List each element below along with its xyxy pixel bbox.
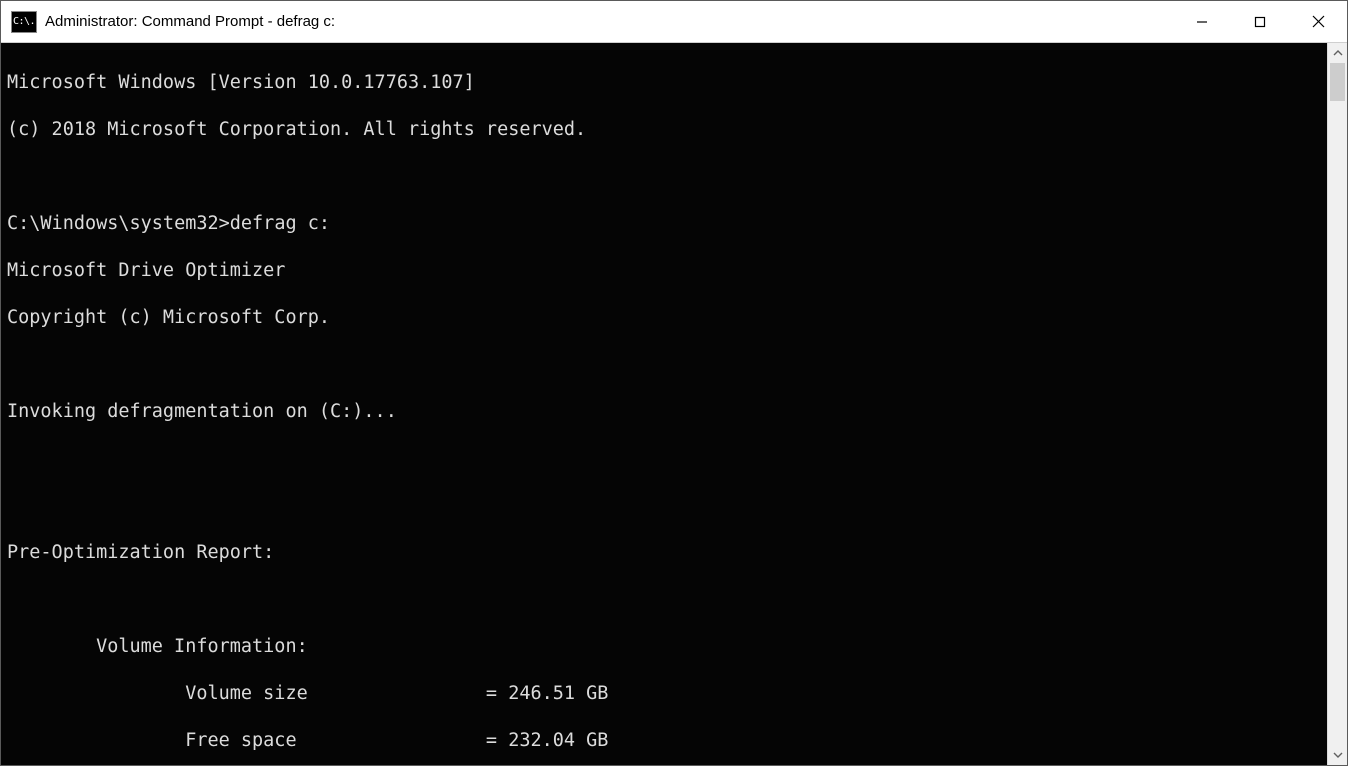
equals-sign: = xyxy=(486,682,508,706)
titlebar[interactable]: C:\. Administrator: Command Prompt - def… xyxy=(1,1,1347,43)
client-area: Microsoft Windows [Version 10.0.17763.10… xyxy=(1,43,1347,765)
typed-command: defrag c: xyxy=(230,213,330,234)
terminal-output[interactable]: Microsoft Windows [Version 10.0.17763.10… xyxy=(1,43,1327,765)
row-value: 246.51 GB xyxy=(508,682,608,706)
app-window: C:\. Administrator: Command Prompt - def… xyxy=(0,0,1348,766)
minimize-button[interactable] xyxy=(1173,1,1231,43)
scroll-down-button[interactable] xyxy=(1328,745,1347,765)
maximize-icon xyxy=(1254,16,1266,28)
invoking-line: Invoking defragmentation on (C:)... xyxy=(7,400,1327,424)
blank-line xyxy=(7,588,1327,612)
row-label: Volume size xyxy=(185,682,486,706)
free-space-row: Free space= 232.04 GB xyxy=(7,729,1327,753)
banner-line: (c) 2018 Microsoft Corporation. All righ… xyxy=(7,118,1327,142)
report-header: Pre-Optimization Report: xyxy=(7,541,1327,565)
blank-line xyxy=(7,353,1327,377)
window-title: Administrator: Command Prompt - defrag c… xyxy=(45,13,335,30)
scroll-up-button[interactable] xyxy=(1328,43,1347,63)
chevron-up-icon xyxy=(1333,48,1343,58)
maximize-button[interactable] xyxy=(1231,1,1289,43)
tool-copyright: Copyright (c) Microsoft Corp. xyxy=(7,306,1327,330)
chevron-down-icon xyxy=(1333,750,1343,760)
scroll-track[interactable] xyxy=(1328,63,1347,745)
close-icon xyxy=(1312,15,1325,28)
blank-line xyxy=(7,165,1327,189)
banner-line: Microsoft Windows [Version 10.0.17763.10… xyxy=(7,71,1327,95)
vertical-scrollbar[interactable] xyxy=(1327,43,1347,765)
row-value: 232.04 GB xyxy=(508,729,608,753)
cmd-app-icon: C:\. xyxy=(11,11,37,33)
blank-line xyxy=(7,494,1327,518)
volume-info-header: Volume Information: xyxy=(7,635,1327,659)
prompt-line: C:\Windows\system32>defrag c: xyxy=(7,212,1327,236)
scroll-thumb[interactable] xyxy=(1330,63,1345,101)
volume-size-row: Volume size= 246.51 GB xyxy=(7,682,1327,706)
minimize-icon xyxy=(1196,16,1208,28)
blank-line xyxy=(7,447,1327,471)
tool-name: Microsoft Drive Optimizer xyxy=(7,259,1327,283)
equals-sign: = xyxy=(486,729,508,753)
row-label: Free space xyxy=(185,729,486,753)
close-button[interactable] xyxy=(1289,1,1347,43)
prompt-path: C:\Windows\system32> xyxy=(7,213,230,234)
